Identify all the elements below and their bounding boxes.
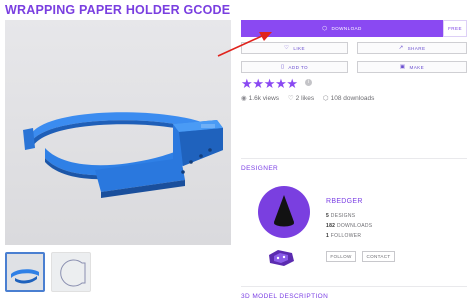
share-icon: ↗ (398, 45, 404, 51)
designer-designs: 5 DESIGNS (326, 211, 372, 221)
rating-info-icon[interactable]: i (305, 79, 312, 86)
make-label: MAKE (409, 64, 425, 70)
downloads-stat: ⬡ 108 downloads (323, 95, 374, 102)
downloads-label: DOWNLOADS (336, 223, 373, 229)
make-button[interactable]: ▣ MAKE (357, 61, 467, 73)
thumbnail-model[interactable] (5, 252, 45, 292)
eye-icon: ◉ (241, 95, 247, 102)
like-label: LIKE (293, 45, 305, 51)
designer-downloads: 182 DOWNLOADS (326, 221, 372, 231)
designer-followers: 1 FOLLOWER (326, 231, 372, 241)
stats-row: ◉ 1.6k views ♡ 2 likes ⬡ 108 downloads (241, 94, 381, 102)
designs-label: DESIGNS (330, 213, 356, 219)
download-icon: ⬡ (322, 25, 328, 32)
likes-text: 2 likes (295, 95, 315, 102)
cone-icon (274, 195, 294, 227)
heart-icon: ♡ (287, 95, 294, 102)
model-render (23, 112, 223, 198)
share-label: SHARE (407, 45, 426, 51)
contact-button[interactable]: CONTACT (362, 251, 395, 262)
add-to-label: ADD TO (288, 64, 309, 70)
download-label: DOWNLOAD (331, 26, 362, 31)
followers-count: 1 (326, 233, 330, 239)
page-title: WRAPPING PAPER HOLDER GCODE (5, 3, 231, 17)
thumbnail-outline-image (60, 259, 86, 287)
follow-button[interactable]: FOLLOW (326, 251, 356, 262)
divider (241, 158, 467, 159)
thumbnail-outline[interactable] (51, 252, 91, 292)
make-icon: ▣ (399, 64, 406, 70)
share-button[interactable]: ↗ SHARE (357, 42, 467, 54)
views-stat: ◉ 1.6k views (241, 95, 279, 102)
designs-count: 5 (326, 213, 330, 219)
free-badge: FREE (443, 20, 467, 37)
rating-stars[interactable]: ★★★★★ (241, 76, 298, 92)
add-to-button[interactable]: ▯ ADD TO (241, 61, 348, 73)
followers-label: FOLLOWER (330, 233, 362, 239)
likes-stat: ♡ 2 likes (288, 95, 314, 102)
download-button[interactable]: ⬡ DOWNLOAD (241, 20, 443, 37)
divider (241, 286, 467, 287)
downloads-count: 182 (326, 223, 336, 229)
views-text: 1.6k views (248, 95, 280, 102)
designer-name[interactable]: RBEDGER (326, 198, 363, 205)
thumbnail-model-image (7, 254, 43, 290)
downloads-text: 108 downloads (330, 95, 375, 102)
heart-icon: ♡ (284, 45, 290, 51)
bookmark-icon: ▯ (280, 64, 285, 70)
designer-section-label: DESIGNER (241, 165, 279, 172)
cube-icon: ⬡ (322, 95, 329, 102)
description-section-label: 3D MODEL DESCRIPTION (241, 293, 329, 300)
model-viewer[interactable] (5, 20, 231, 245)
designer-stats: 5 DESIGNS 182 DOWNLOADS 1 FOLLOWER (326, 211, 372, 241)
designer-avatar[interactable] (258, 186, 310, 238)
designer-badge-icon (269, 250, 294, 266)
like-button[interactable]: ♡ LIKE (241, 42, 348, 54)
